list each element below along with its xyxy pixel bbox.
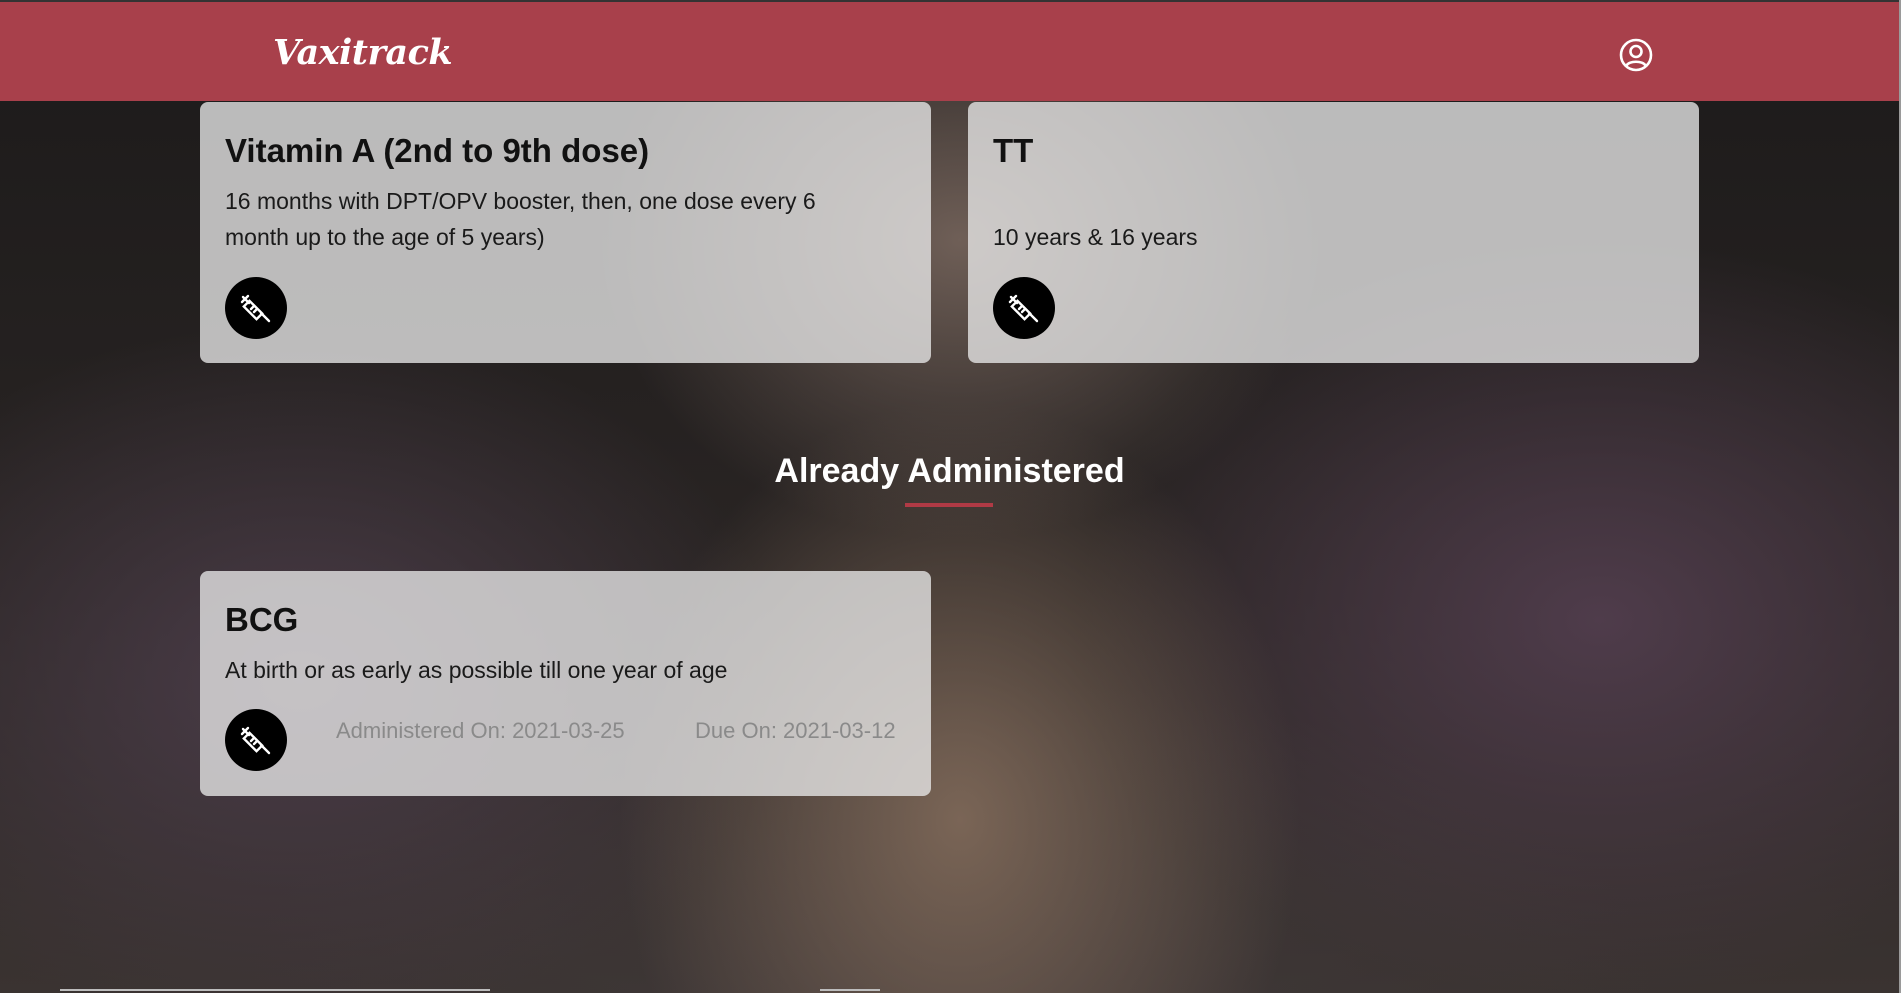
vaccine-title: Vitamin A (2nd to 9th dose)	[225, 132, 650, 169]
vaccine-schedule: At birth or as early as possible till on…	[225, 657, 728, 683]
app-header: Vaxitrack	[0, 0, 1899, 101]
administered-vaccine-card[interactable]: BCG At birth or as early as possible til…	[200, 571, 931, 796]
scrollbar-track	[60, 989, 490, 991]
app-logo[interactable]: Vaxitrack	[273, 32, 453, 73]
heading-underline	[905, 503, 993, 507]
vaccine-card[interactable]: Vitamin A (2nd to 9th dose) 16 months wi…	[200, 102, 931, 363]
administered-date: Administered On: 2021-03-25	[336, 718, 625, 743]
syringe-icon[interactable]	[993, 277, 1055, 339]
scrollbar-thumb[interactable]	[820, 989, 880, 991]
section-heading: Already Administered	[774, 452, 1125, 490]
vaccine-schedule: 10 years & 16 years	[993, 224, 1198, 250]
syringe-icon[interactable]	[225, 277, 287, 339]
vaccine-title: TT	[993, 132, 1034, 169]
syringe-icon[interactable]	[225, 709, 287, 771]
vaccine-title: BCG	[225, 601, 299, 638]
vaccine-card[interactable]: TT 10 years & 16 years	[968, 102, 1699, 363]
user-circle-icon[interactable]	[1619, 38, 1653, 72]
due-date: Due On: 2021-03-12	[695, 718, 896, 743]
vaccine-schedule: 16 months with DPT/OPV booster, then, on…	[225, 188, 816, 250]
